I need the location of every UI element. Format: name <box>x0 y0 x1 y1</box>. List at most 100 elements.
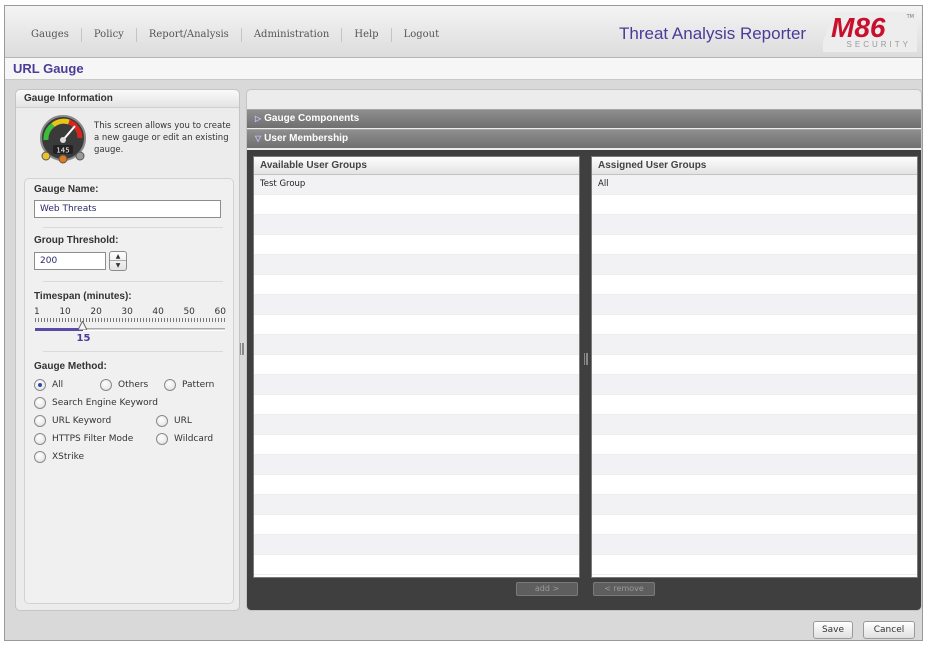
list-row[interactable] <box>592 455 917 475</box>
list-row[interactable] <box>592 315 917 335</box>
timespan-value: 15 <box>76 333 91 344</box>
radio-selected-icon[interactable] <box>34 379 46 391</box>
list-row[interactable] <box>254 515 579 535</box>
available-groups-header: Available User Groups <box>254 157 579 175</box>
nav-gauges[interactable]: Gauges <box>19 28 82 42</box>
list-row[interactable] <box>254 315 579 335</box>
panel-header: Gauge Information <box>16 90 239 108</box>
gauge-name-label: Gauge Name: <box>34 184 99 195</box>
list-row[interactable]: Test Group <box>254 175 579 195</box>
gauge-components-header[interactable]: ▷ Gauge Components <box>247 109 921 128</box>
radio-icon[interactable] <box>164 379 176 391</box>
timespan-label: Timespan (minutes): <box>34 291 132 302</box>
list-row[interactable] <box>254 195 579 215</box>
list-row[interactable] <box>254 355 579 375</box>
method-others-radio[interactable]: Others <box>100 379 148 391</box>
threshold-stepper[interactable]: ▲ ▼ <box>109 251 127 271</box>
timespan-slider-fill <box>35 328 83 331</box>
nav-policy[interactable]: Policy <box>82 28 137 42</box>
list-row[interactable] <box>592 415 917 435</box>
radio-icon[interactable] <box>100 379 112 391</box>
timespan-slider-thumb[interactable] <box>77 319 88 331</box>
list-row[interactable] <box>254 295 579 315</box>
nav-administration[interactable]: Administration <box>242 28 343 42</box>
list-row[interactable] <box>254 475 579 495</box>
stepper-down-icon[interactable]: ▼ <box>110 261 126 270</box>
radio-icon[interactable] <box>34 415 46 427</box>
radio-label: Search Engine Keyword <box>52 398 158 408</box>
list-row[interactable] <box>254 535 579 555</box>
method-all-radio[interactable]: All <box>34 379 63 391</box>
add-button[interactable]: add > <box>516 582 578 596</box>
list-row[interactable] <box>254 455 579 475</box>
list-row[interactable] <box>592 375 917 395</box>
save-button[interactable]: Save <box>813 621 853 639</box>
radio-icon[interactable] <box>34 451 46 463</box>
gauge-form: Gauge Name: Group Threshold: ▲ ▼ Timespa… <box>24 178 234 604</box>
list-row[interactable] <box>592 475 917 495</box>
group-threshold-input[interactable] <box>34 252 106 270</box>
nav-logout[interactable]: Logout <box>392 28 452 42</box>
method-search-engine-keyword-radio[interactable]: Search Engine Keyword <box>34 397 158 409</box>
list-row[interactable] <box>592 235 917 255</box>
radio-icon[interactable] <box>34 397 46 409</box>
panel-splitter-handle[interactable] <box>240 343 244 355</box>
list-row[interactable] <box>592 515 917 535</box>
user-membership-header[interactable]: ▽ User Membership <box>247 129 921 148</box>
radio-icon[interactable] <box>156 433 168 445</box>
stepper-up-icon[interactable]: ▲ <box>110 252 126 261</box>
radio-label: URL Keyword <box>52 416 112 426</box>
list-row[interactable] <box>254 215 579 235</box>
list-row[interactable] <box>254 235 579 255</box>
available-groups-rows: Test Group <box>254 175 579 575</box>
list-row[interactable] <box>592 435 917 455</box>
method-wildcard-radio[interactable]: Wildcard <box>156 433 213 445</box>
method-url-radio[interactable]: URL <box>156 415 192 427</box>
list-row[interactable] <box>254 375 579 395</box>
list-row[interactable] <box>592 195 917 215</box>
list-row[interactable] <box>254 395 579 415</box>
list-row[interactable] <box>592 555 917 575</box>
method-xstrike-radio[interactable]: XStrike <box>34 451 84 463</box>
nav-help[interactable]: Help <box>342 28 392 42</box>
logo-trademark: TM <box>906 14 914 20</box>
app-window: Gauges Policy Report/Analysis Administra… <box>4 5 923 641</box>
available-groups-list[interactable]: Available User Groups Test Group <box>253 156 580 578</box>
nav-report-analysis[interactable]: Report/Analysis <box>137 28 242 42</box>
gauge-name-input[interactable] <box>34 200 221 218</box>
method-pattern-radio[interactable]: Pattern <box>164 379 214 391</box>
list-row[interactable]: All <box>592 175 917 195</box>
list-row[interactable] <box>592 255 917 275</box>
list-row[interactable] <box>254 495 579 515</box>
list-row[interactable] <box>592 335 917 355</box>
group-threshold-label: Group Threshold: <box>34 235 119 246</box>
method-url-keyword-radio[interactable]: URL Keyword <box>34 415 111 427</box>
timespan-tick-labels: 1 10 20 30 40 50 60 <box>34 307 226 317</box>
method-https-filter-mode-radio[interactable]: HTTPS Filter Mode <box>34 433 133 445</box>
list-row[interactable] <box>592 535 917 555</box>
assigned-groups-list[interactable]: Assigned User Groups All <box>591 156 918 578</box>
logo-subtitle: SECURITY <box>846 40 911 49</box>
divider <box>43 351 223 352</box>
list-row[interactable] <box>254 255 579 275</box>
radio-icon[interactable] <box>156 415 168 427</box>
list-row[interactable] <box>592 295 917 315</box>
list-row[interactable] <box>592 275 917 295</box>
gauge-description: This screen allows you to create a new g… <box>94 121 231 155</box>
list-row[interactable] <box>592 355 917 375</box>
page-title-bar: URL Gauge <box>5 58 922 80</box>
remove-button[interactable]: < remove <box>593 582 655 596</box>
list-row[interactable] <box>592 495 917 515</box>
radio-icon[interactable] <box>34 433 46 445</box>
list-row[interactable] <box>592 395 917 415</box>
list-row[interactable] <box>254 335 579 355</box>
list-splitter-handle[interactable] <box>584 353 588 365</box>
tick-label: 10 <box>59 307 71 317</box>
radio-label: Pattern <box>182 380 215 390</box>
cancel-button[interactable]: Cancel <box>863 621 915 639</box>
list-row[interactable] <box>254 555 579 575</box>
list-row[interactable] <box>254 275 579 295</box>
list-row[interactable] <box>254 435 579 455</box>
list-row[interactable] <box>254 415 579 435</box>
list-row[interactable] <box>592 215 917 235</box>
